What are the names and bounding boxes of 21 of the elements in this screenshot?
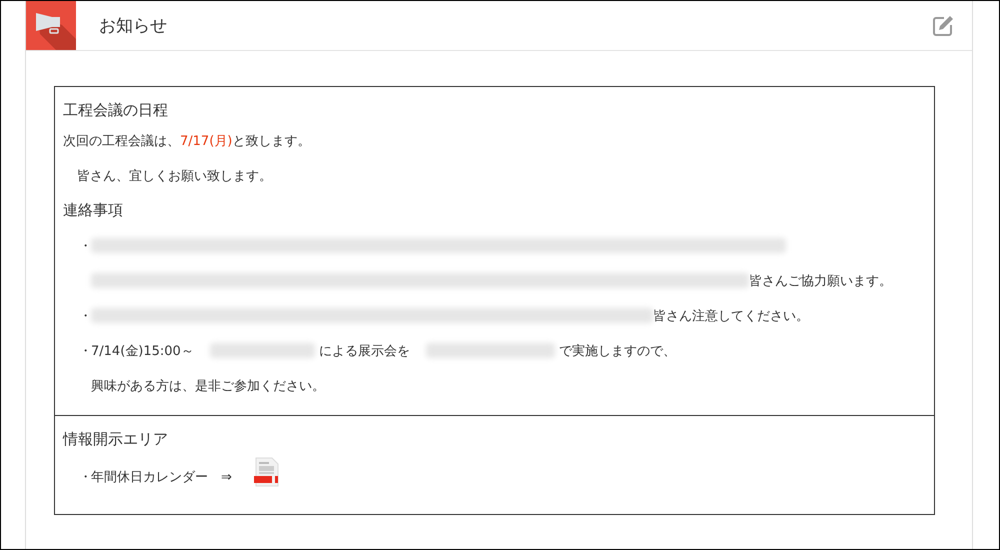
text: 次回の工程会議は、: [63, 132, 180, 150]
text: と致します。: [232, 132, 310, 150]
text: 皆さん、宜しくお願い致します。: [77, 168, 272, 184]
text: 興味がある方は、是非ご参加ください。: [91, 378, 325, 394]
text: で実施しますので、: [558, 342, 676, 360]
panel-title: お知らせ: [99, 15, 168, 37]
text: 年間休日カレンダー ⇒: [91, 469, 232, 486]
bullet: ・: [79, 469, 91, 486]
text: 連絡事項: [63, 201, 123, 220]
text: による展示会を: [318, 342, 410, 360]
highlighted-date: 7/17(月): [180, 132, 232, 150]
text: 皆さん注意してください。: [653, 308, 809, 324]
section-heading: 工程会議の日程: [63, 100, 168, 121]
pdf-file-icon[interactable]: [254, 457, 280, 487]
section-heading: 情報開示エリア: [63, 429, 168, 450]
bullet: ・: [79, 342, 91, 360]
text: 7/14(金)15:00～: [91, 342, 194, 360]
edit-icon[interactable]: [932, 14, 954, 36]
bullet: ・: [79, 238, 91, 254]
bullet: ・: [79, 308, 91, 324]
text: 皆さんご協力願います。: [749, 272, 892, 290]
